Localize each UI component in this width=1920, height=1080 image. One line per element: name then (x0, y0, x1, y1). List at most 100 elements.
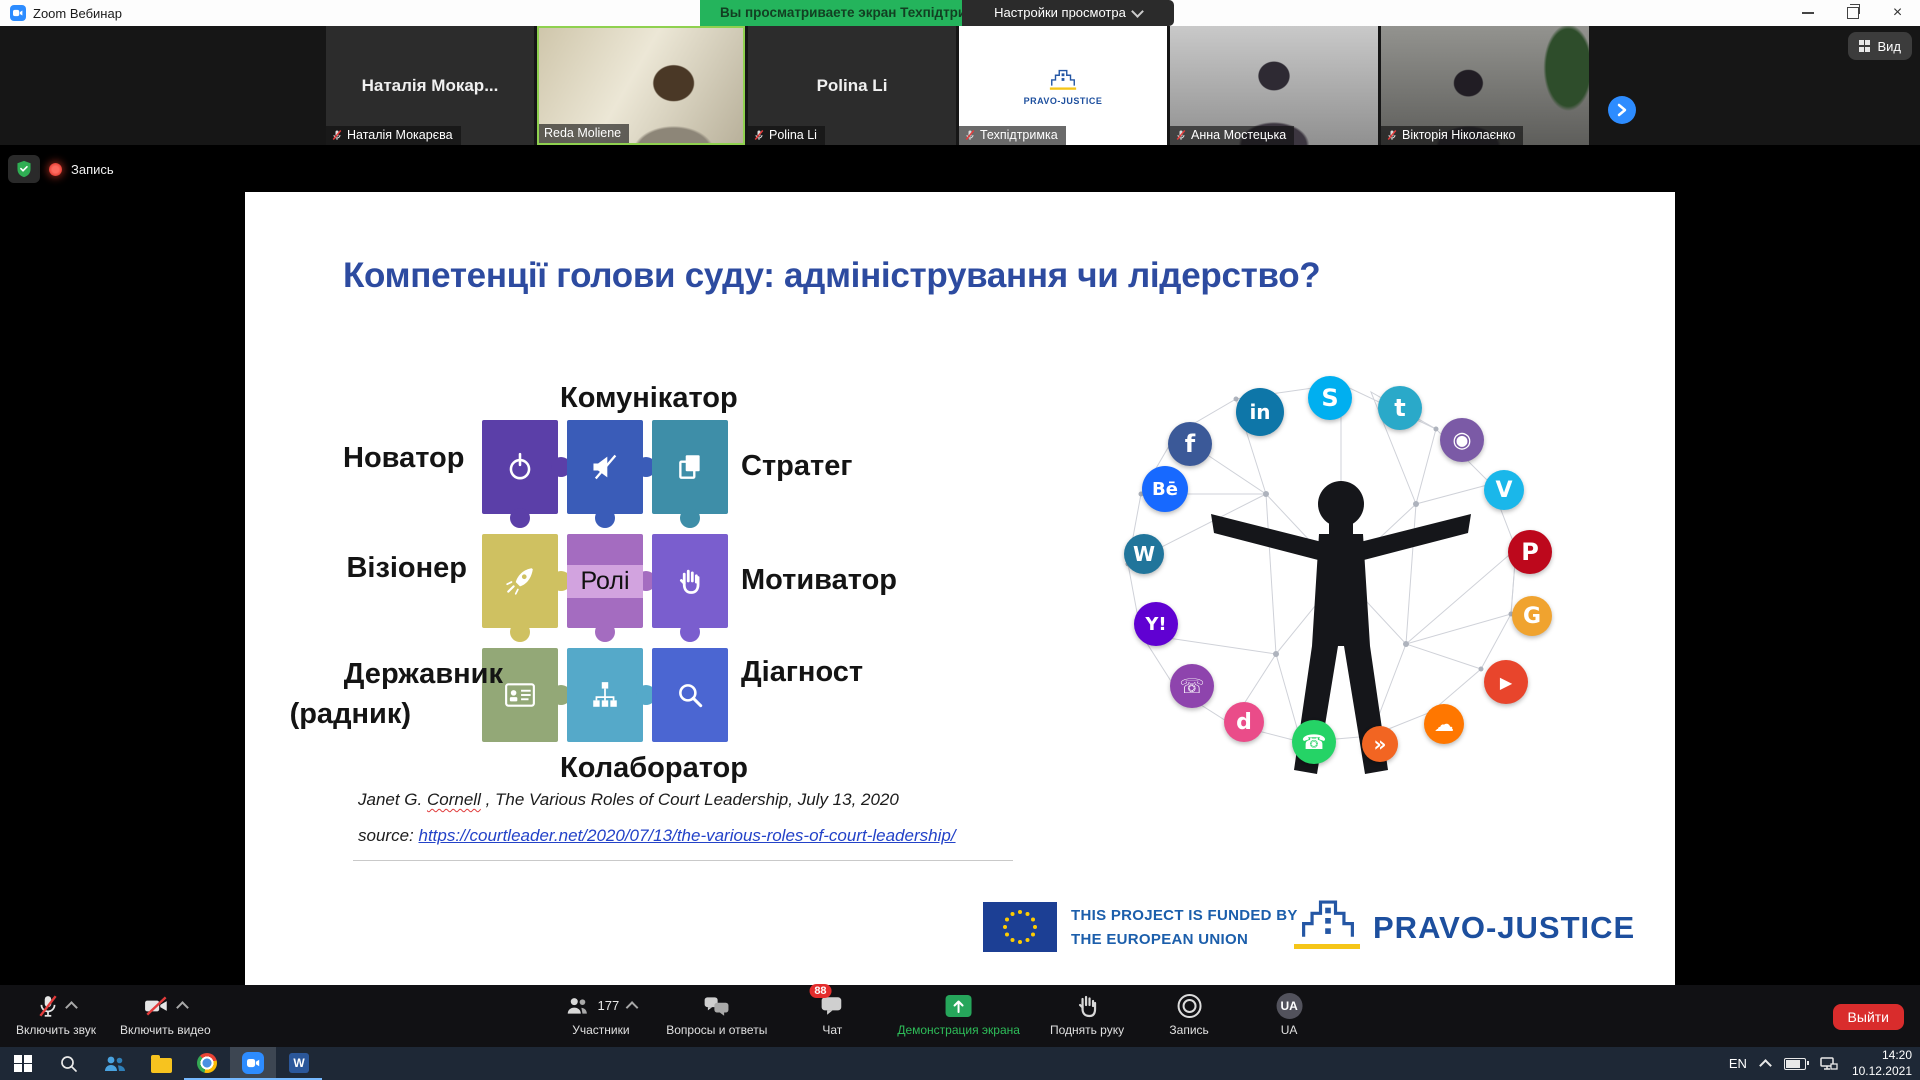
qa-bubbles-icon (704, 995, 730, 1017)
chrome-icon (197, 1053, 217, 1073)
windows-logo-icon (14, 1055, 32, 1073)
security-shield-icon[interactable] (8, 155, 40, 183)
megaphone-icon (590, 452, 620, 482)
maximize-button[interactable] (1830, 0, 1875, 26)
muted-mic-icon (1386, 129, 1398, 141)
language-indicator[interactable]: EN (1729, 1056, 1747, 1071)
participant-tile[interactable]: PRAVO-JUSTICE Техпідтримка (959, 26, 1167, 145)
behance-icon: Bē (1142, 466, 1188, 512)
unmute-audio-button[interactable]: Включить звук (16, 992, 96, 1037)
puzzle-piece-diagnost (652, 648, 728, 742)
next-videos-arrow-button[interactable] (1608, 96, 1636, 124)
participants-caret[interactable] (625, 1001, 638, 1014)
chevron-right-icon (1616, 103, 1628, 117)
tray-chevron-up-icon[interactable] (1759, 1059, 1772, 1072)
folder-icon (151, 1058, 172, 1073)
network-icon[interactable] (1820, 1056, 1838, 1072)
linkedin-icon: in (1236, 388, 1284, 436)
participant-name-label: Наталія Мокарєва (326, 126, 461, 145)
record-button[interactable]: Запись (1154, 992, 1224, 1037)
taskbar-search-button[interactable] (46, 1047, 92, 1080)
vimeo-icon: V (1484, 470, 1524, 510)
role-label-statesman: Державник (343, 658, 503, 691)
muted-mic-icon (1175, 129, 1187, 141)
muted-mic-icon (964, 129, 976, 141)
taskbar-file-explorer[interactable] (138, 1047, 184, 1080)
zoom-toolbar: Включить звук Включить видео (0, 985, 1920, 1047)
leave-meeting-button[interactable]: Выйти (1833, 1004, 1904, 1030)
facebook-icon: f (1168, 422, 1212, 466)
share-screen-button[interactable]: Демонстрация экрана (897, 992, 1020, 1037)
skype-icon: S (1308, 376, 1352, 420)
battery-icon[interactable] (1784, 1058, 1806, 1070)
role-label-advisor: (радник) (245, 698, 411, 731)
participant-tile[interactable]: Наталія Мокар... Наталія Мокарєва (326, 26, 534, 145)
participants-button[interactable]: 177 Участники (566, 992, 637, 1037)
minimize-button[interactable] (1785, 0, 1830, 26)
search-icon (60, 1055, 78, 1073)
view-settings-dropdown[interactable]: Настройки просмотра (962, 0, 1174, 26)
muted-camera-icon (144, 996, 170, 1016)
participant-name-label: Вікторія Ніколаєнко (1381, 126, 1523, 145)
people-app-icon (104, 1054, 126, 1074)
zoom-logo-icon (10, 5, 26, 21)
google-icon: G (1512, 596, 1552, 636)
pravo-justice-brand: PRAVO-JUSTICE (1373, 910, 1635, 946)
start-video-button[interactable]: Включить видео (120, 992, 211, 1037)
zoom-webinar-window: Zoom Вебинар Вы просматриваете экран Тех… (0, 0, 1920, 1080)
record-icon (1177, 994, 1201, 1018)
citation-author: Cornell (427, 790, 481, 809)
participant-name-label: Анна Мостецька (1170, 126, 1294, 145)
video-options-caret[interactable] (176, 1001, 189, 1014)
participant-tile[interactable]: Анна Мостецька (1170, 26, 1378, 145)
whatsapp-icon: ☎ (1292, 720, 1336, 764)
raise-hand-button[interactable]: Поднять руку (1050, 992, 1124, 1037)
taskbar-people-app[interactable] (92, 1047, 138, 1080)
participants-icon (566, 996, 590, 1016)
windows-taskbar: W EN 14:20 10.12.2021 (0, 1047, 1920, 1080)
shared-presentation-slide: Компетенції голови суду: адміністрування… (245, 192, 1675, 985)
start-button[interactable] (0, 1047, 46, 1080)
puzzle-piece-visionary (482, 534, 558, 628)
magnifier-icon (675, 680, 705, 710)
view-layout-button[interactable]: Вид (1848, 32, 1912, 60)
interpretation-button[interactable]: UA UA (1254, 992, 1324, 1037)
taskbar-zoom-active[interactable] (230, 1047, 276, 1080)
participant-tile-active-speaker[interactable]: Reda Moliene (537, 26, 745, 145)
chat-button[interactable]: 88 Чат (797, 992, 867, 1037)
role-label-collaborator: Колаборатор (560, 752, 748, 785)
qa-button[interactable]: Вопросы и ответы (666, 992, 767, 1037)
audio-options-caret[interactable] (65, 1001, 78, 1014)
share-screen-icon (946, 995, 972, 1017)
taskbar-clock[interactable]: 14:20 10.12.2021 (1852, 1048, 1912, 1079)
participant-name-label: Polina Li (748, 126, 825, 145)
window-title: Zoom Вебинар (33, 6, 122, 21)
puzzle-piece-roles-center: Ролі (567, 534, 643, 628)
language-ua-icon: UA (1276, 993, 1302, 1019)
zoom-icon (242, 1052, 264, 1074)
time: 14:20 (1852, 1048, 1912, 1064)
chevron-down-icon (1131, 5, 1144, 18)
muted-mic-icon (37, 994, 59, 1018)
raise-hand-icon (1076, 994, 1098, 1018)
muted-mic-icon (331, 129, 343, 141)
puzzle-piece-collaborator (567, 648, 643, 742)
participant-tile[interactable]: Вікторія Ніколаєнко (1381, 26, 1589, 145)
chat-unread-badge: 88 (809, 984, 831, 998)
participant-tile[interactable]: Polina Li Polina Li (748, 26, 956, 145)
youtube-icon: ▶ (1484, 660, 1528, 704)
puzzle-piece-communicator (567, 420, 643, 514)
role-label-communicator: Комунікатор (560, 382, 738, 415)
role-label-diagnost: Діагност (741, 656, 863, 689)
source-link[interactable]: https://courtleader.net/2020/07/13/the-v… (418, 826, 955, 845)
pravo-justice-yellow-bar (1294, 944, 1360, 949)
viber-icon: ☏ (1170, 664, 1214, 708)
taskbar-word[interactable]: W (276, 1047, 322, 1080)
pravo-justice-logo-icon (1048, 66, 1078, 92)
taskbar-chrome[interactable] (184, 1047, 230, 1080)
eu-flag-logo (983, 902, 1057, 952)
copy-pages-icon (675, 452, 705, 482)
role-label-innovator: Новатор (343, 442, 458, 475)
close-button[interactable]: × (1875, 0, 1920, 26)
recording-indicator: Запись (8, 155, 114, 183)
